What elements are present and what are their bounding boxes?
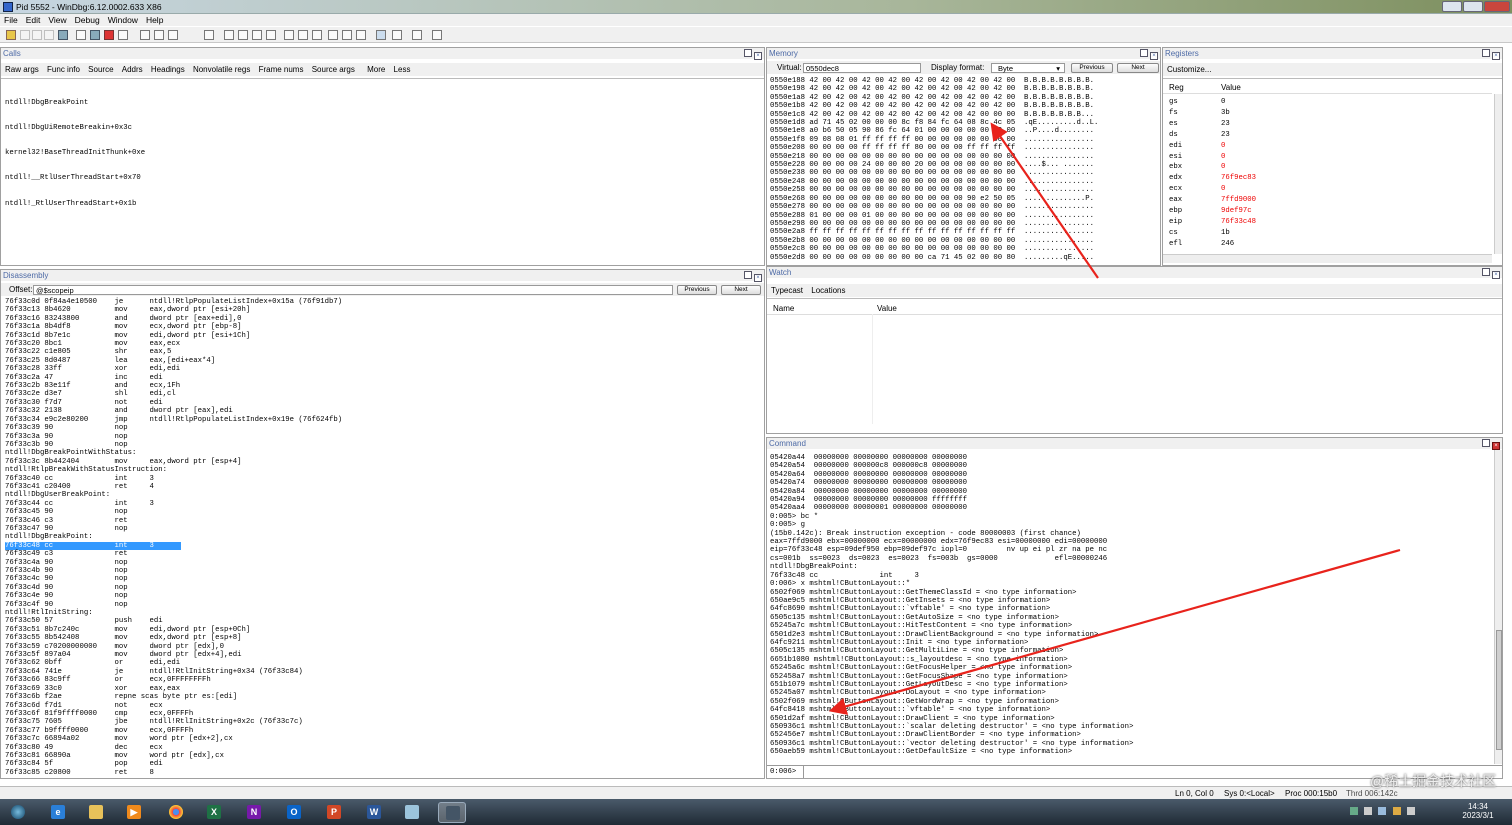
taskbar-outlook[interactable]: O	[280, 802, 308, 823]
annotation-overlay	[828, 122, 1401, 715]
tray-icon[interactable]	[1350, 807, 1358, 815]
ie-icon: e	[51, 805, 65, 819]
windbg-icon	[446, 806, 460, 820]
tray-icon[interactable]	[1378, 807, 1387, 815]
chrome-icon	[169, 805, 183, 819]
system-tray[interactable]	[1350, 807, 1440, 817]
annotation-arrow-vftable	[828, 548, 1401, 715]
media-player-icon: ▶	[127, 805, 141, 819]
outlook-icon: O	[287, 805, 301, 819]
status-bar: Ln 0, Col 0 Sys 0:<Local> Proc 000:15b0 …	[0, 774, 1512, 799]
taskbar-excel[interactable]: X	[200, 802, 228, 823]
excel-icon: X	[207, 805, 221, 819]
windows-logo-icon	[11, 805, 25, 819]
taskbar-powerpoint[interactable]: P	[320, 802, 348, 823]
taskbar-onenote[interactable]: N	[240, 802, 268, 823]
folder-icon	[89, 805, 103, 819]
taskbar-windbg[interactable]	[438, 802, 466, 823]
powerpoint-icon: P	[327, 805, 341, 819]
taskbar-explorer[interactable]	[82, 802, 110, 823]
taskbar: e ▶ X N O P W 14:34 2023/3/1	[0, 799, 1512, 825]
taskbar-media[interactable]: ▶	[120, 802, 148, 823]
watermark: @稀土掘金技术社区	[1370, 773, 1497, 789]
taskbar-word[interactable]: W	[360, 802, 388, 823]
clock-time: 14:34	[1467, 802, 1489, 811]
tray-icon[interactable]	[1364, 807, 1373, 815]
word-icon: W	[367, 805, 381, 819]
tray-icon[interactable]	[1392, 807, 1401, 815]
start-button[interactable]	[4, 802, 34, 823]
notepad-icon	[405, 805, 419, 819]
volume-icon[interactable]	[1406, 807, 1415, 815]
clock-date: 2023/3/1	[1462, 811, 1494, 820]
taskbar-chrome[interactable]	[162, 802, 190, 823]
annotation-arrow-memory	[990, 122, 1099, 279]
onenote-icon: N	[247, 805, 261, 819]
taskbar-notepad[interactable]	[398, 802, 426, 823]
taskbar-ie[interactable]: e	[44, 802, 72, 823]
